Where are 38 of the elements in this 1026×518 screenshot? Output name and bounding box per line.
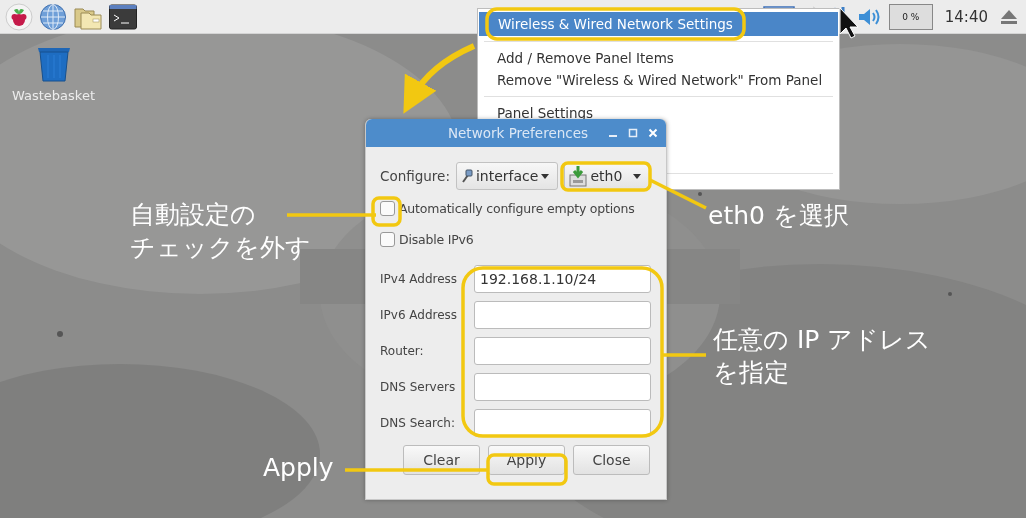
input-field[interactable]: [474, 373, 651, 401]
annotation-text: を指定: [713, 357, 789, 389]
field-label: IPv6 Address: [380, 308, 459, 322]
plug-icon: [461, 168, 473, 184]
configure-dropdown[interactable]: interface: [456, 162, 559, 190]
configure-label: Configure:: [380, 168, 450, 184]
network-card-icon: [569, 165, 588, 187]
annotation-text: 自動設定の: [130, 199, 256, 231]
checkbox[interactable]: [380, 232, 395, 247]
dialog-button[interactable]: Close: [573, 445, 650, 475]
terminal-icon[interactable]: [109, 3, 137, 30]
leader-line: [662, 353, 706, 357]
input-field[interactable]: [474, 301, 651, 329]
input-field[interactable]: [474, 337, 651, 365]
checkbox[interactable]: [380, 201, 395, 216]
menu-item[interactable]: Remove "Wireless & Wired Network" From Panel: [478, 69, 839, 91]
menu-item[interactable]: Wireless & Wired Network Settings: [479, 12, 838, 36]
annotation-text: 任意の IP アドレス: [713, 324, 932, 356]
clock[interactable]: 14:40: [944, 7, 988, 26]
field-label: Router:: [380, 344, 425, 358]
field-label: DNS Servers: [380, 380, 457, 394]
raspberry-icon[interactable]: [5, 2, 33, 31]
maximize-icon[interactable]: [628, 128, 638, 138]
input-field[interactable]: [474, 409, 651, 437]
highlight-outline: [371, 196, 402, 227]
annotation-text: チェックを外す: [130, 232, 311, 264]
globe-icon[interactable]: [39, 2, 67, 31]
eject-icon[interactable]: [1000, 8, 1018, 25]
annotation-text: eth0 を選択: [708, 200, 849, 232]
menu-item[interactable]: Add / Remove Panel Items: [478, 47, 839, 69]
field-label: IPv4 Address: [380, 272, 459, 286]
leader-line: [649, 178, 707, 210]
cpu-monitor[interactable]: 0 %: [888, 3, 933, 30]
field-label: DNS Search:: [380, 416, 456, 430]
annotation-text: Apply: [263, 452, 334, 484]
checkbox-label[interactable]: Disable IPv6: [399, 232, 474, 247]
close-icon[interactable]: [648, 128, 658, 138]
window-title: Network Preferences: [446, 125, 590, 141]
